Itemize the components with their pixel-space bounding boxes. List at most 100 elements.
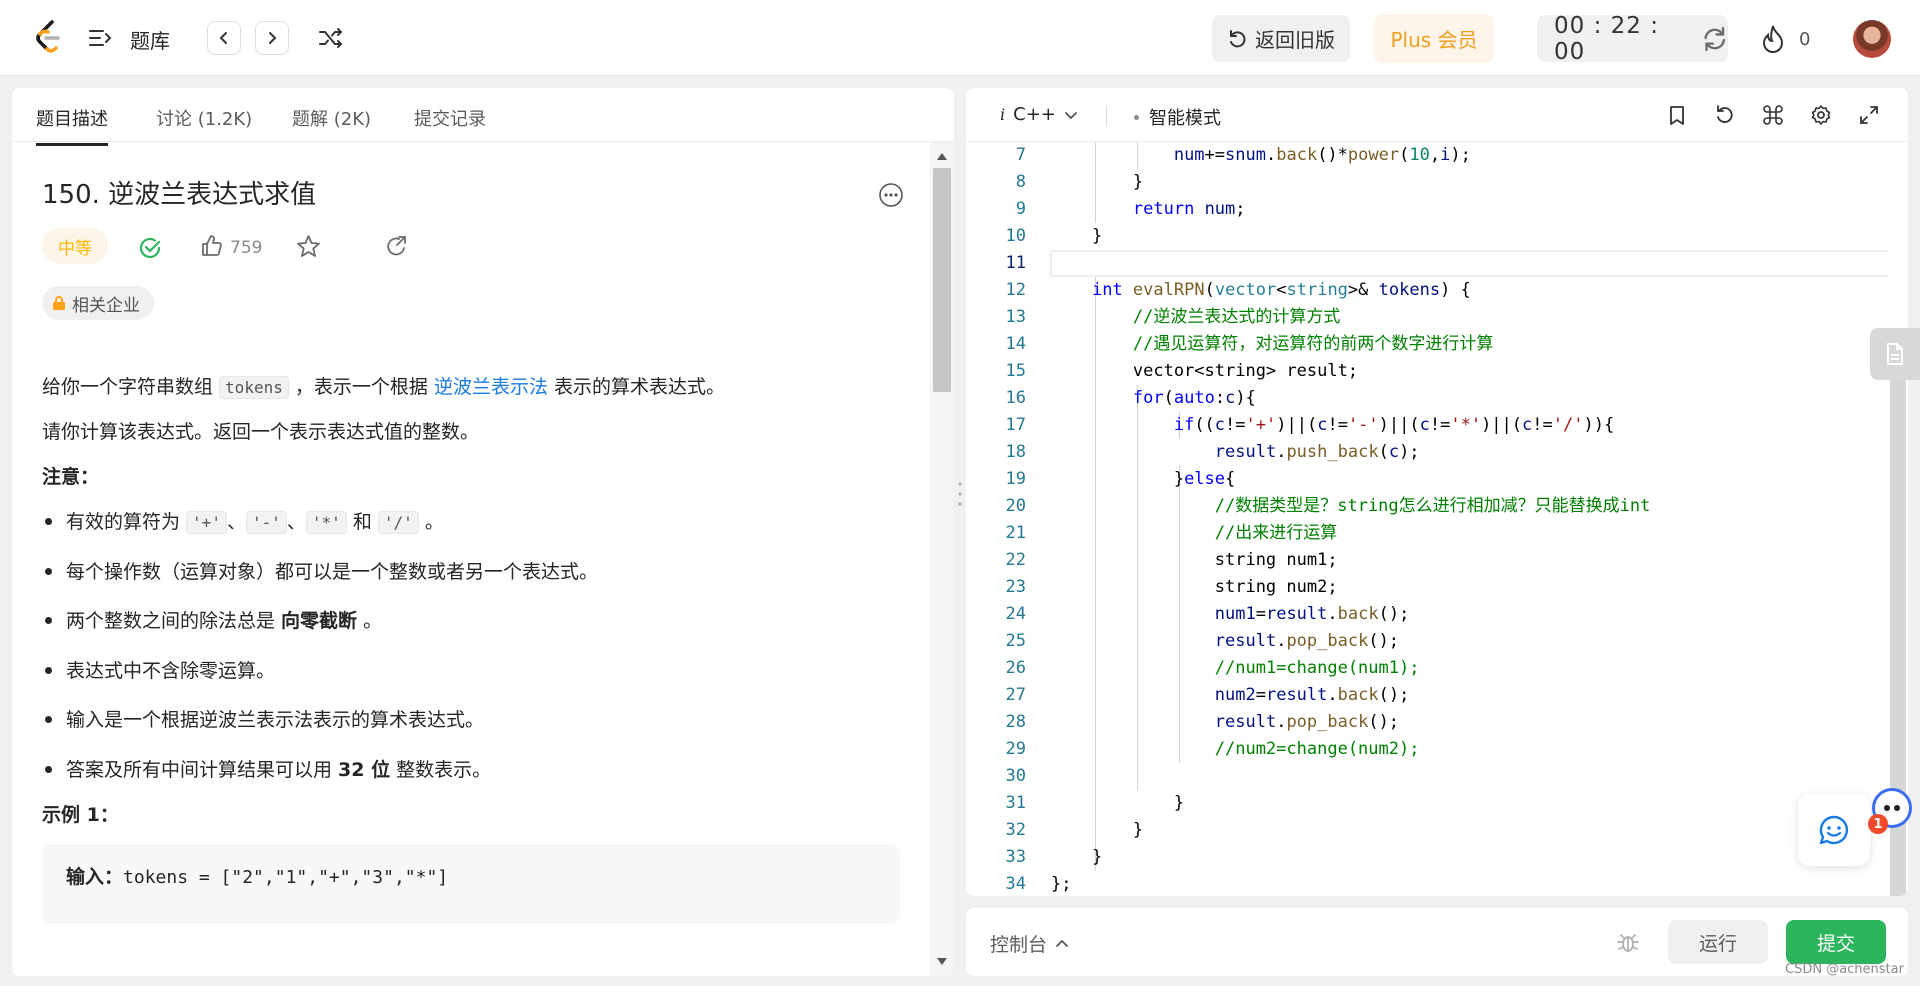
fullscreen-icon[interactable]	[1858, 104, 1880, 126]
timer[interactable]: 00 : 22 : 00	[1537, 12, 1729, 65]
scroll-down-arrow-icon[interactable]	[937, 958, 947, 966]
line-number: 29	[1005, 739, 1026, 759]
editor-scrollbar[interactable]	[1888, 142, 1908, 896]
notes-side-button[interactable]	[1870, 328, 1920, 380]
p1-text-a: 给你一个字符串数组	[42, 376, 220, 398]
tab-submissions[interactable]: 提交记录	[414, 105, 486, 143]
scroll-up-arrow-icon[interactable]	[937, 152, 947, 160]
code-line: 28 result.pop_back();	[966, 709, 1908, 736]
next-problem-button[interactable]	[255, 21, 289, 55]
note-3-end: 。	[357, 610, 383, 632]
rpn-link[interactable]: 逆波兰表示法	[434, 376, 548, 398]
op-plus-code: '+'	[186, 511, 227, 534]
note-1-end: 。	[418, 511, 444, 533]
reset-timer-icon[interactable]	[1701, 24, 1729, 54]
scrollbar-thumb[interactable]	[933, 168, 951, 392]
note-6-text: 答案及所有中间计算结果可以用	[66, 758, 339, 781]
chat-assistant-button[interactable]	[1798, 794, 1870, 866]
smart-mode-toggle[interactable]: 智能模式	[1134, 104, 1221, 130]
timer-display: 00 : 22 : 00	[1554, 12, 1659, 65]
shortcuts-command-icon[interactable]	[1762, 104, 1784, 126]
reset-code-icon[interactable]	[1714, 104, 1736, 126]
problem-bank-link[interactable]: 题库	[130, 25, 170, 54]
undo-icon	[1230, 29, 1246, 47]
problem-list-icon[interactable]	[88, 26, 112, 50]
code-line: 16 for(auto:c){	[966, 385, 1908, 412]
problem-title: 150. 逆波兰表达式求值	[42, 180, 317, 210]
list-item: 有效的算符为 '+'、 '-'、 '*' 和 '/' 。	[42, 507, 598, 557]
star-icon[interactable]	[296, 234, 321, 259]
sep-3: 和	[346, 511, 378, 533]
plus-member-button[interactable]: Plus 会员	[1374, 14, 1494, 63]
code-area[interactable]: 7 num+=snum.back()*power(10,i); 8 } 9 re…	[966, 142, 1908, 896]
problem-tabs: 题目描述 讨论 (1.2K) 题解 (2K) 提交记录	[12, 88, 954, 146]
list-item: 表达式中不含除零运算。	[42, 656, 598, 706]
p1-text-b: ，表示一个根据	[288, 376, 434, 398]
op-minus-code: '-'	[245, 511, 287, 534]
mode-label: 智能模式	[1149, 108, 1221, 129]
prev-problem-button[interactable]	[207, 21, 241, 55]
language-selector[interactable]: i C++	[1000, 104, 1078, 125]
related-companies-tag[interactable]: 相关企业	[42, 286, 154, 320]
code-line: 15 vector<string> result;	[966, 358, 1908, 385]
thumbs-up-icon[interactable]	[200, 234, 224, 258]
code-line: 21 //出来进行运算	[966, 520, 1908, 547]
line-number: 25	[1005, 631, 1026, 651]
description-paragraph-1: 给你一个字符串数组 tokens ，表示一个根据 逆波兰表示法 表示的算术表达式…	[42, 372, 725, 399]
code-line: 33 }	[966, 844, 1908, 871]
line-number: 28	[1005, 712, 1026, 732]
shuffle-icon[interactable]	[318, 26, 344, 50]
tab-discussion[interactable]: 讨论 (1.2K)	[156, 105, 252, 143]
settings-gear-icon[interactable]	[1810, 104, 1832, 126]
example-box: 输入：tokens = ["2","1","+","3","*"]	[42, 844, 900, 924]
line-number: 17	[1005, 415, 1026, 435]
leetcode-logo-icon[interactable]	[34, 20, 64, 56]
op-multiply-code: '*'	[305, 511, 347, 534]
code-line: 8 }	[966, 169, 1908, 196]
line-number: 31	[1005, 793, 1026, 813]
line-number: 30	[1005, 766, 1026, 786]
line-number: 21	[1005, 523, 1026, 543]
line-number: 18	[1005, 442, 1026, 462]
code-line: 24 num1=result.back();	[966, 601, 1908, 628]
line-number: 16	[1005, 388, 1026, 408]
flame-icon[interactable]	[1760, 24, 1786, 54]
sep-2: 、	[286, 511, 306, 533]
line-number: 11	[1005, 253, 1026, 273]
console-label: 控制台	[990, 934, 1048, 956]
return-old-version-button[interactable]: 返回旧版	[1212, 15, 1350, 62]
debug-bug-icon[interactable]	[1616, 930, 1640, 954]
line-number: 13	[1005, 307, 1026, 327]
code-line: 14 //遇见运算符，对运算符的前两个数字进行计算	[966, 331, 1908, 358]
header-divider	[1106, 106, 1107, 126]
chevron-up-icon	[1056, 939, 1068, 947]
line-number: 14	[1005, 334, 1026, 354]
bookmark-icon[interactable]	[1666, 104, 1688, 126]
console-toggle[interactable]: 控制台	[990, 930, 1069, 957]
tab-description[interactable]: 题目描述	[36, 105, 108, 146]
code-line: 26 //num1=change(num1);	[966, 655, 1908, 682]
panel-resize-handle[interactable]	[956, 480, 964, 508]
tokens-code: tokens	[219, 376, 289, 399]
submit-button[interactable]: 提交	[1786, 920, 1886, 964]
avatar[interactable]	[1853, 20, 1891, 58]
tab-solutions[interactable]: 题解 (2K)	[292, 105, 371, 143]
code-line: 22 string num1;	[966, 547, 1908, 574]
like-count: 759	[230, 238, 263, 258]
line-number: 15	[1005, 361, 1026, 381]
document-icon	[1887, 343, 1903, 365]
line-number: 12	[1005, 280, 1026, 300]
line-number: 23	[1005, 577, 1026, 597]
line-number: 32	[1005, 820, 1026, 840]
code-line: 18 result.push_back(c);	[966, 439, 1908, 466]
code-line: 9 return num;	[966, 196, 1908, 223]
code-editor-panel: i C++ 智能模式 7 num+=snum.back()*power(10,i…	[966, 88, 1908, 896]
more-options-icon[interactable]	[878, 182, 904, 208]
example-heading: 示例 1：	[42, 804, 119, 826]
streak-count: 0	[1799, 29, 1811, 50]
share-icon[interactable]	[384, 235, 408, 259]
run-button[interactable]: 运行	[1668, 920, 1768, 964]
code-line: 23 string num2;	[966, 574, 1908, 601]
description-scrollbar[interactable]	[930, 142, 954, 976]
line-number: 10	[1005, 226, 1026, 246]
